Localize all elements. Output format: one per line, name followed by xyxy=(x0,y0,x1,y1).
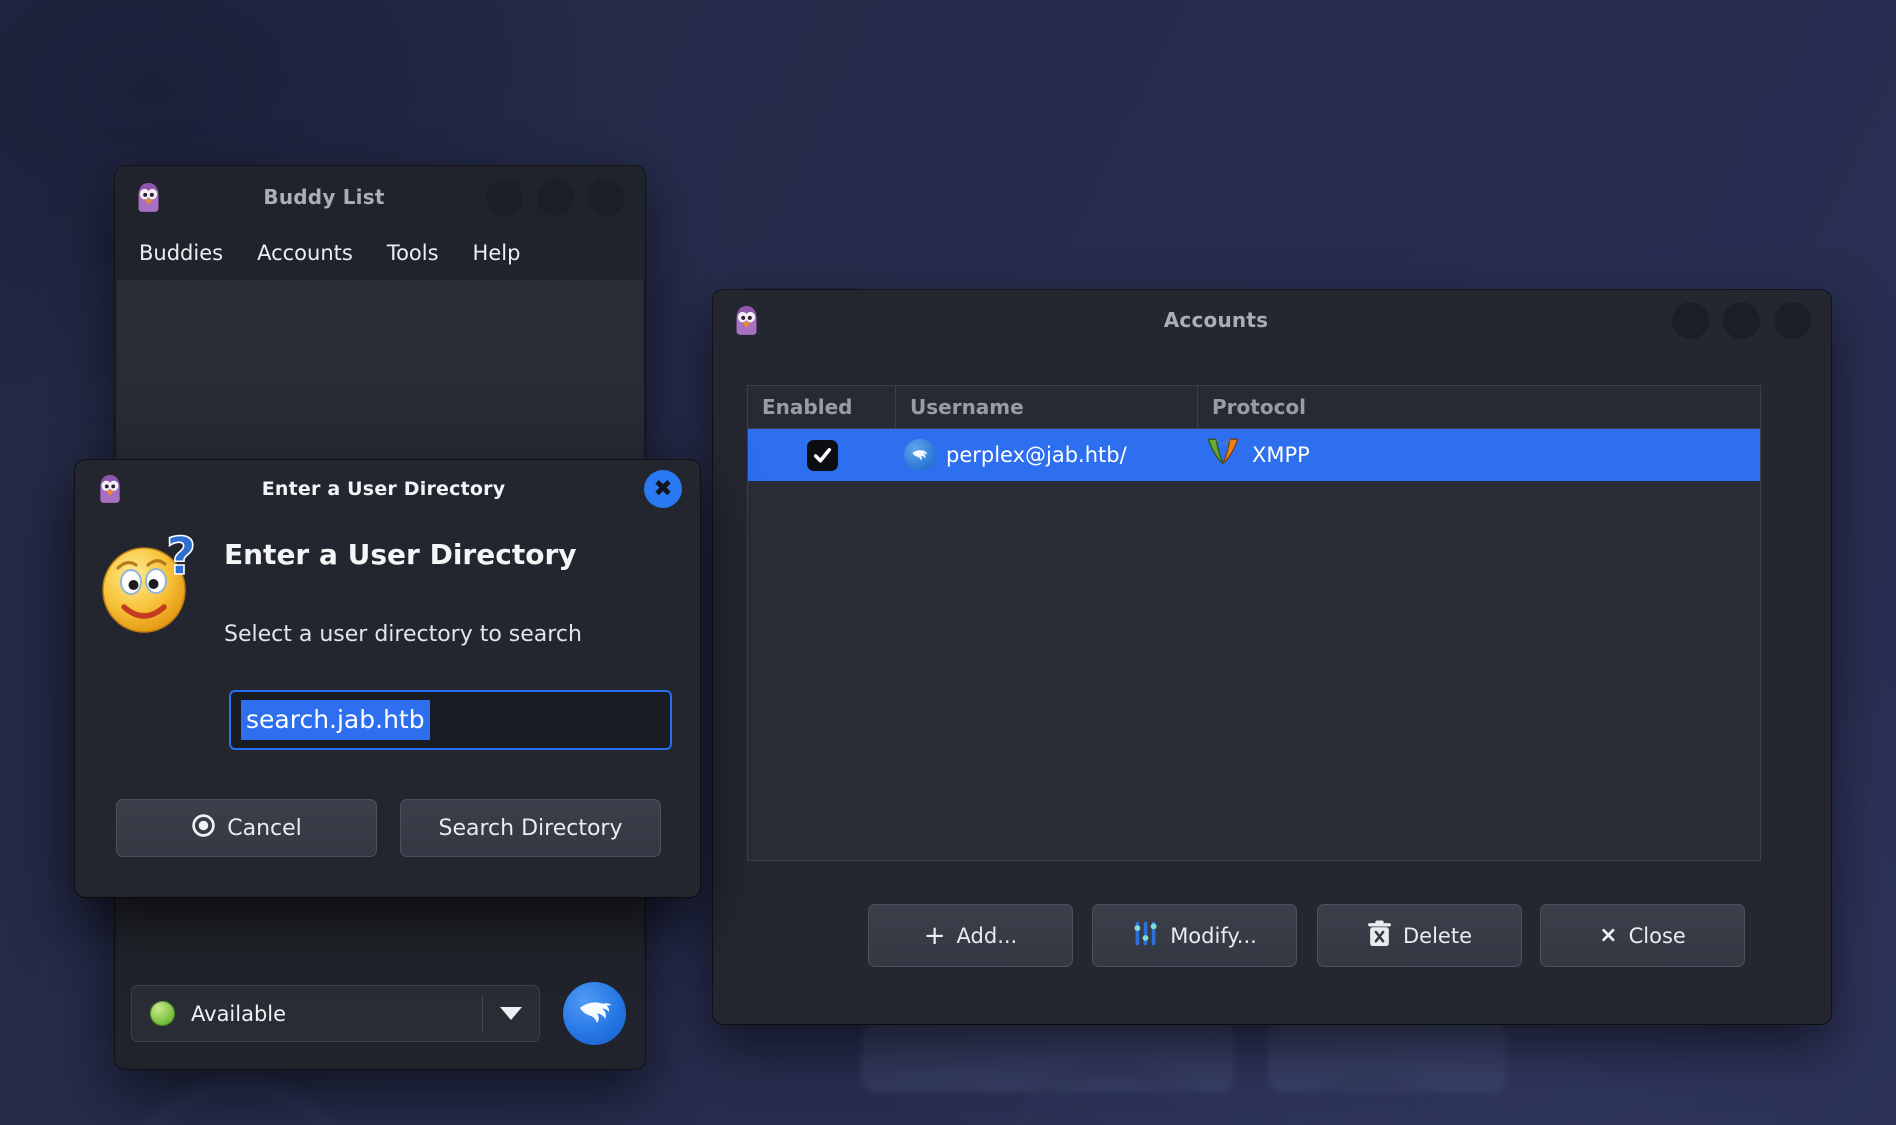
protocol-cell: XMPP xyxy=(1198,437,1760,474)
menu-tools[interactable]: Tools xyxy=(387,241,439,265)
column-header-protocol[interactable]: Protocol xyxy=(1198,386,1760,428)
pidgin-icon xyxy=(135,182,162,213)
buddy-list-window-title: Buddy List xyxy=(263,185,385,209)
modify-account-button[interactable]: Modify... xyxy=(1092,904,1297,967)
plus-icon: + xyxy=(923,920,946,951)
menu-help[interactable]: Help xyxy=(473,241,521,265)
column-header-username[interactable]: Username xyxy=(896,386,1198,428)
kali-buddy-icon-button[interactable] xyxy=(563,982,626,1045)
status-available-icon xyxy=(150,1001,175,1026)
search-directory-button-label: Search Directory xyxy=(438,815,623,841)
modify-button-label: Modify... xyxy=(1170,923,1257,948)
accounts-window: Accounts Enabled Username Protocol perpl… xyxy=(713,290,1831,1024)
accounts-window-title: Accounts xyxy=(1163,308,1269,332)
enabled-cell xyxy=(748,439,896,471)
trash-icon xyxy=(1367,920,1392,952)
accounts-table-header: Enabled Username Protocol xyxy=(748,386,1760,429)
dialog-message: Select a user directory to search xyxy=(224,622,582,647)
delete-button-label: Delete xyxy=(1403,923,1472,948)
question-smiley-icon: ? xyxy=(100,526,200,638)
menu-buddies[interactable]: Buddies xyxy=(139,241,223,265)
svg-text:?: ? xyxy=(166,532,196,587)
dialog-titlebar[interactable]: Enter a User Directory ✖ xyxy=(75,460,700,518)
account-protocol: XMPP xyxy=(1252,443,1310,467)
window-button[interactable] xyxy=(1672,301,1709,339)
status-selector[interactable]: Available xyxy=(131,985,540,1042)
search-directory-button[interactable]: Search Directory xyxy=(400,799,661,857)
close-button-label: Close xyxy=(1628,923,1686,948)
column-header-enabled[interactable]: Enabled xyxy=(748,386,896,428)
enabled-checkbox[interactable] xyxy=(806,439,838,471)
buddy-list-menubar: Buddies Accounts Tools Help xyxy=(115,228,645,278)
status-dropdown-button[interactable] xyxy=(483,1007,539,1020)
window-button[interactable] xyxy=(588,178,625,216)
cancel-button-label: Cancel xyxy=(227,815,302,841)
dialog-heading: Enter a User Directory xyxy=(224,538,577,571)
add-account-button[interactable]: + Add... xyxy=(868,904,1073,967)
chevron-down-icon xyxy=(500,1007,522,1020)
accounts-titlebar[interactable]: Accounts xyxy=(713,290,1831,350)
pidgin-icon xyxy=(97,474,123,504)
kali-dragon-icon xyxy=(573,990,617,1038)
cancel-button[interactable]: Cancel xyxy=(116,799,377,857)
username-cell: perplex@jab.htb/ xyxy=(896,439,1198,471)
wallpaper-swirl xyxy=(120,1080,360,1125)
dialog-title: Enter a User Directory xyxy=(261,478,506,500)
account-row[interactable]: perplex@jab.htb/ XMPP xyxy=(748,429,1760,481)
checkmark-icon xyxy=(813,447,831,463)
window-controls xyxy=(486,178,625,216)
pidgin-icon xyxy=(733,305,760,336)
sliders-icon xyxy=(1132,920,1159,952)
accounts-table: Enabled Username Protocol perplex@jab.ht… xyxy=(747,385,1761,861)
directory-input-value: search.jab.htb xyxy=(241,700,430,740)
window-button[interactable] xyxy=(1774,301,1811,339)
dialog-close-button[interactable]: ✖ xyxy=(644,470,682,508)
xmpp-protocol-icon xyxy=(1204,437,1242,474)
close-x-icon: ✖ xyxy=(653,475,673,502)
close-accounts-button[interactable]: × Close xyxy=(1540,904,1745,967)
window-button[interactable] xyxy=(537,178,574,216)
user-directory-dialog: Enter a User Directory ✖ ? Enter a User … xyxy=(75,460,700,897)
buddy-avatar-icon xyxy=(904,439,936,471)
buddy-list-titlebar[interactable]: Buddy List xyxy=(115,166,645,228)
window-controls xyxy=(1672,301,1811,339)
account-username: perplex@jab.htb/ xyxy=(946,443,1127,467)
status-selector-value: Available xyxy=(191,1001,287,1026)
close-icon: × xyxy=(1599,923,1618,948)
window-button[interactable] xyxy=(486,178,523,216)
menu-accounts[interactable]: Accounts xyxy=(257,241,353,265)
delete-account-button[interactable]: Delete xyxy=(1317,904,1522,967)
add-button-label: Add... xyxy=(956,923,1018,948)
directory-input[interactable]: search.jab.htb xyxy=(229,690,672,750)
cancel-stop-icon xyxy=(191,813,216,844)
window-button[interactable] xyxy=(1723,301,1760,339)
